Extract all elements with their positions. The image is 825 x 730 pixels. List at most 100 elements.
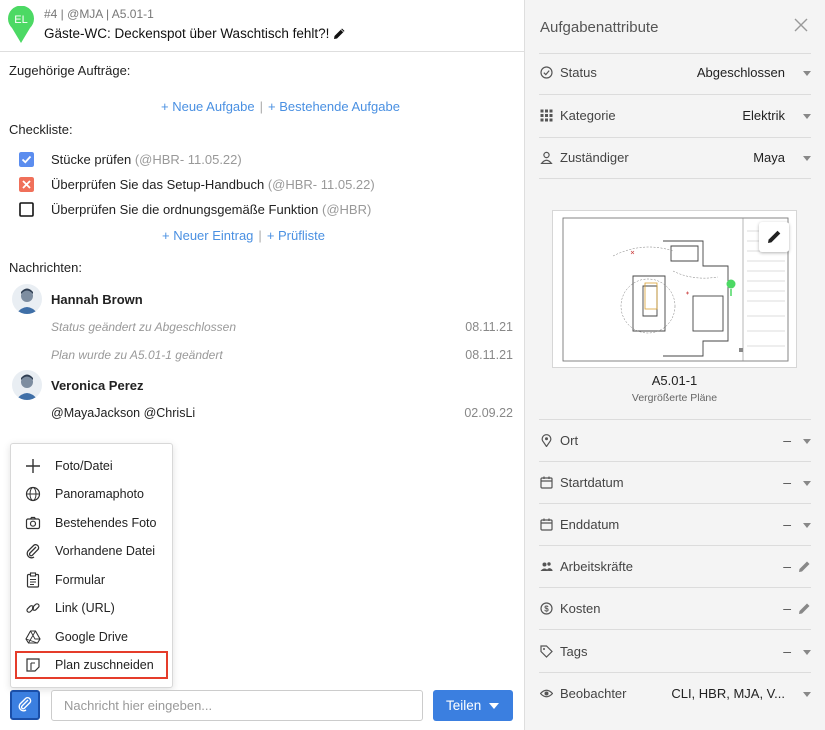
divider <box>539 178 811 179</box>
menu-item-label: Link (URL) <box>55 601 115 615</box>
pencil-icon[interactable] <box>798 602 811 615</box>
menu-item-label: Plan zuschneiden <box>55 658 154 672</box>
menu-item-google-drive[interactable]: Google Drive <box>11 623 172 651</box>
checklist-item-label: Stücke prüfen <box>51 152 132 167</box>
menu-item-photo-file[interactable]: Foto/Datei <box>11 452 172 480</box>
crop-plan-icon <box>26 658 40 672</box>
category-value: Elektrik <box>742 108 785 123</box>
messages-heading: Nachrichten: <box>9 260 82 275</box>
plus-icon <box>26 459 40 473</box>
related-tasks-heading: Zugehörige Aufträge: <box>9 63 131 78</box>
menu-item-panorama[interactable]: Panoramaphoto <box>11 480 172 508</box>
workers-field[interactable]: Arbeitskräfte – <box>539 557 811 577</box>
menu-item-label: Formular <box>55 573 106 587</box>
start-date-field[interactable]: Startdatum – <box>539 473 811 493</box>
menu-item-existing-photo[interactable]: Bestehendes Foto <box>11 509 172 537</box>
edit-plan-button[interactable] <box>759 222 789 252</box>
checklist-item-meta: (@HBR) <box>322 202 372 217</box>
menu-item-label: Google Drive <box>55 630 128 644</box>
checkbox-checked-icon[interactable] <box>19 152 34 167</box>
paperclip-icon <box>26 544 40 559</box>
divider <box>539 629 811 630</box>
avatar <box>12 370 42 400</box>
message-date: 08.11.21 <box>465 320 513 334</box>
plan-name: A5.01-1 <box>651 373 698 388</box>
chevron-down-icon <box>803 71 811 76</box>
workers-label: Arbeitskräfte <box>560 559 633 574</box>
divider <box>539 53 811 54</box>
end-date-field[interactable]: Enddatum – <box>539 515 811 535</box>
svg-text:$: $ <box>544 605 549 614</box>
chevron-down-icon <box>803 439 811 444</box>
plan-thumbnail[interactable] <box>552 210 797 368</box>
chevron-down-icon <box>803 692 811 697</box>
location-field[interactable]: Ort – <box>539 431 811 451</box>
end-date-label: Enddatum <box>560 517 620 532</box>
checklist-item-meta: (@HBR- 11.05.22) <box>134 152 242 167</box>
watchers-field[interactable]: Beobachter CLI, HBR, MJA, V... <box>539 684 811 704</box>
divider <box>539 587 811 588</box>
menu-item-existing-file[interactable]: Vorhandene Datei <box>11 537 172 565</box>
new-task-link[interactable]: + Neue Aufgabe <box>161 99 255 114</box>
checklist-item-label: Überprüfen Sie die ordnungsgemäße Funkti… <box>51 202 319 217</box>
checklist-item-label: Überprüfen Sie das Setup-Handbuch <box>51 177 265 192</box>
message-text: @MayaJackson @ChrisLi <box>51 406 196 420</box>
category-field[interactable]: Kategorie Elektrik <box>539 106 811 126</box>
pencil-icon <box>768 230 781 243</box>
chevron-down-icon <box>803 523 811 528</box>
start-date-value: – <box>783 474 791 490</box>
task-attributes-panel: Aufgabenattribute Status Abgeschlossen K… <box>524 0 825 730</box>
menu-item-label: Vorhandene Datei <box>55 544 156 558</box>
share-button[interactable]: Teilen <box>433 690 513 721</box>
message-date: 08.11.21 <box>465 348 513 362</box>
calendar-icon <box>540 518 553 531</box>
menu-item-form[interactable]: Formular <box>11 566 172 594</box>
task-header: EL #4 | @MJA | A5.01-1 Gäste-WC: Deckens… <box>0 0 524 52</box>
chevron-down-icon <box>803 156 811 161</box>
menu-item-label: Panoramaphoto <box>55 487 144 501</box>
menu-item-label: Foto/Datei <box>55 459 113 473</box>
tags-value: – <box>783 643 791 659</box>
chevron-down-icon <box>803 650 811 655</box>
plan-subtitle: Vergrößerte Pläne <box>631 392 718 404</box>
checkbox-failed-icon[interactable] <box>19 177 34 192</box>
menu-item-crop-plan[interactable]: Plan zuschneiden <box>15 651 168 679</box>
dollar-circle-icon: $ <box>540 602 553 615</box>
divider <box>539 137 811 138</box>
grid-icon <box>540 109 553 122</box>
check-circle-icon <box>540 66 553 79</box>
tags-field[interactable]: Tags – <box>539 642 811 662</box>
watchers-label: Beobachter <box>560 686 627 701</box>
close-icon[interactable] <box>793 17 809 33</box>
link-separator: | <box>258 228 262 243</box>
message-input[interactable] <box>51 690 423 721</box>
checklist-link[interactable]: + Prüfliste <box>267 228 325 243</box>
clipboard-icon <box>26 572 40 588</box>
new-entry-link[interactable]: + Neuer Eintrag <box>162 228 253 243</box>
user-avatar-icon <box>16 374 38 400</box>
status-value: Abgeschlossen <box>696 65 785 80</box>
divider <box>539 461 811 462</box>
chevron-down-icon <box>803 114 811 119</box>
divider <box>539 94 811 95</box>
pencil-icon[interactable] <box>333 27 346 40</box>
assignee-field[interactable]: Zuständiger Maya <box>539 148 811 168</box>
costs-label: Kosten <box>560 601 601 616</box>
camera-icon <box>25 516 41 530</box>
checkbox-empty-icon[interactable] <box>19 202 34 217</box>
people-icon <box>540 562 553 571</box>
task-title[interactable]: Gäste-WC: Deckenspot über Waschtisch feh… <box>44 26 346 41</box>
link-separator: | <box>259 99 263 114</box>
costs-field[interactable]: $ Kosten – <box>539 599 811 619</box>
location-pin-icon: EL <box>8 6 34 43</box>
status-field[interactable]: Status Abgeschlossen <box>539 63 811 83</box>
existing-task-link[interactable]: + Bestehende Aufgabe <box>268 99 400 114</box>
costs-value: – <box>783 600 791 616</box>
attach-button[interactable] <box>10 690 40 720</box>
related-tasks-links: + Neue Aufgabe | + Bestehende Aufgabe <box>161 99 400 114</box>
link-icon <box>26 603 40 613</box>
menu-item-link[interactable]: Link (URL) <box>11 594 172 622</box>
task-meta: #4 | @MJA | A5.01-1 <box>44 7 154 21</box>
pencil-icon[interactable] <box>798 560 811 573</box>
panel-title: Aufgabenattribute <box>540 19 659 36</box>
